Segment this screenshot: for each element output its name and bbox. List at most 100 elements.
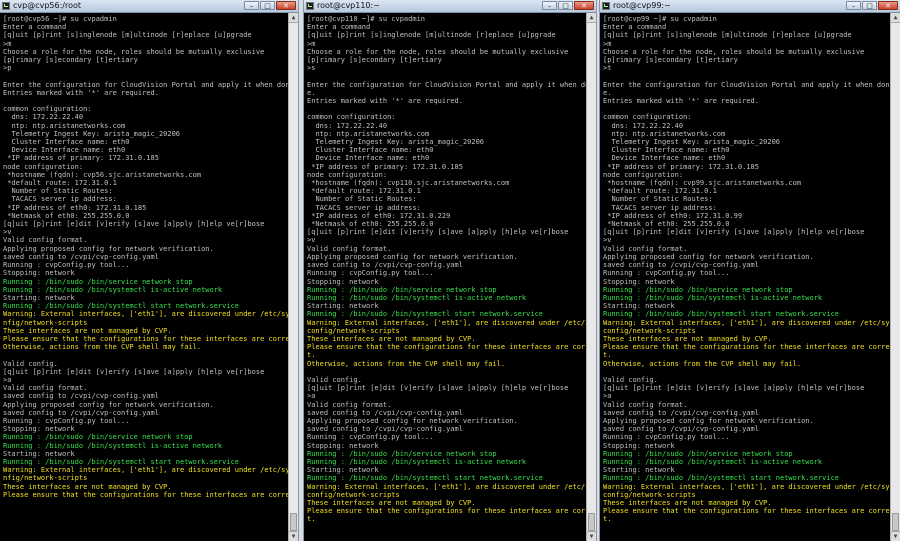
terminal-output[interactable]: [root@cvp110 ~]# su cvpadmin Enter a comm… (304, 13, 586, 541)
terminal-line: Cluster Interface name: eth0 (307, 146, 434, 155)
terminal-line: Telemetry Ingest Key: arista_magic_20206 (307, 138, 485, 147)
terminal-output[interactable]: [root@cvp56 ~]# su cvpadmin Enter a comma… (0, 13, 288, 541)
terminal-line: Running : /bin/sudo /bin/systemctl is-ac… (307, 457, 527, 466)
terminal-line: Starting: network (603, 302, 675, 311)
terminal-line: *IP address of primary: 172.31.0.185 (603, 162, 759, 171)
terminal-line: Running : /bin/sudo /bin/systemctl start… (3, 457, 240, 466)
scroll-down-arrow-icon[interactable]: ▼ (891, 531, 900, 541)
terminal-line: saved config to /cvpi/cvp-config.yaml (3, 252, 159, 261)
maximize-button[interactable]: □ (862, 1, 877, 10)
terminal-line: *IP address of primary: 172.31.0.185 (307, 162, 463, 171)
terminal-line: Please ensure that the configurations fo… (3, 490, 288, 499)
close-button[interactable]: ✕ (574, 1, 594, 10)
terminal-line: Warning: External interfaces, ['eth1'], … (603, 318, 890, 335)
terminal-window-cvp56[interactable]: cvp@cvp56:/root – □ ✕ [root@cvp56 ~]# su… (0, 0, 298, 541)
scroll-down-arrow-icon[interactable]: ▼ (289, 531, 298, 541)
terminal-line: >a (3, 375, 12, 384)
terminal-line: TACACS server ip address: (3, 195, 117, 204)
maximize-button[interactable]: □ (558, 1, 573, 10)
terminal-line: Valid config format. (603, 400, 688, 409)
close-button[interactable]: ✕ (276, 1, 296, 10)
terminal-icon (602, 2, 610, 10)
terminal-line: These interfaces are not managed by CVP. (603, 334, 772, 343)
terminal-line: common configuration: (3, 105, 92, 114)
scroll-up-arrow-icon[interactable]: ▲ (891, 13, 900, 23)
terminal-line: node configuration: (3, 162, 84, 171)
maximize-button[interactable]: □ (260, 1, 275, 10)
terminal-line: Entries marked with '*' are required. (307, 97, 463, 106)
close-button[interactable]: ✕ (878, 1, 898, 10)
terminal-line: [p]rimary [s]econdary [t]ertiary (307, 56, 442, 65)
title-bar[interactable]: root@cvp110:~ – □ ✕ (304, 0, 596, 13)
terminal-line: [q]uit [p]rint [e]dit [v]erify [s]ave [a… (603, 384, 865, 393)
terminal-window-cvp110[interactable]: root@cvp110:~ – □ ✕ [root@cvp110 ~]# su … (304, 0, 596, 541)
terminal-line: Valid config format. (603, 244, 688, 253)
terminal-line: Warning: External interfaces, ['eth1'], … (307, 318, 586, 335)
scroll-up-arrow-icon[interactable]: ▲ (587, 13, 596, 23)
terminal-line: node configuration: (307, 170, 388, 179)
minimize-button[interactable]: – (846, 1, 861, 10)
terminal-line: Entries marked with '*' are required. (603, 97, 759, 106)
minimize-button[interactable]: – (542, 1, 557, 10)
terminal-line: >s (307, 64, 316, 73)
terminal-line: Stopping: network (3, 269, 75, 278)
terminal-line: These interfaces are not managed by CVP. (307, 334, 476, 343)
scroll-thumb[interactable] (892, 513, 899, 531)
terminal-line: node configuration: (603, 170, 684, 179)
terminal-line: Number of Static Routes: (307, 195, 417, 204)
terminal-line: *Netmask of eth0: 255.255.0.0 (3, 211, 130, 220)
terminal-line: *hostname (fqdn): cvp110.sjc.aristanetwo… (307, 179, 510, 188)
scroll-down-arrow-icon[interactable]: ▼ (587, 531, 596, 541)
terminal-line: Otherwise, actions from the CVP shell ma… (3, 343, 202, 352)
terminal-line: [q]uit [p]rint [s]inglenode [m]ultinode … (603, 31, 852, 40)
terminal-line: Running : /bin/sudo /bin/service network… (3, 433, 193, 442)
terminal-line: TACACS server ip address: (307, 203, 421, 212)
terminal-line: Valid config format. (307, 400, 392, 409)
terminal-line: Please ensure that the configurations fo… (307, 507, 586, 524)
terminal-line: saved config to /cvpi/cvp-config.yaml (307, 425, 463, 434)
minimize-button[interactable]: – (244, 1, 259, 10)
terminal-line: [root@cvp110 ~]# su cvpadmin (307, 15, 426, 23)
scroll-thumb[interactable] (290, 513, 297, 531)
terminal-line: Choose a role for the node, roles should… (603, 47, 865, 56)
terminal-line: Please ensure that the configurations fo… (603, 343, 890, 360)
terminal-line: [p]rimary [s]econdary [t]ertiary (3, 56, 138, 65)
title-bar[interactable]: cvp@cvp56:/root – □ ✕ (0, 0, 298, 13)
terminal-line: saved config to /cvpi/cvp-config.yaml (307, 408, 463, 417)
terminal-line: Otherwise, actions from the CVP shell ma… (307, 359, 506, 368)
terminal-window-cvp99[interactable]: root@cvp99:~ – □ ✕ [root@cvp99 ~]# su cv… (600, 0, 900, 541)
terminal-line: [q]uit [p]rint [s]inglenode [m]ultinode … (307, 31, 556, 40)
terminal-icon (306, 2, 314, 10)
terminal-line: Enter a command (3, 23, 67, 32)
scrollbar[interactable]: ▲ ▼ (890, 13, 900, 541)
terminal-line: saved config to /cvpi/cvp-config.yaml (3, 408, 159, 417)
terminal-line: *default route: 172.31.0.1 (603, 187, 717, 196)
scrollbar[interactable]: ▲ ▼ (288, 13, 298, 541)
terminal-line: Valid config. (603, 375, 658, 384)
terminal-output[interactable]: [root@cvp99 ~]# su cvpadmin Enter a comma… (600, 13, 890, 541)
terminal-line: Entries marked with '*' are required. (3, 88, 159, 97)
terminal-line: *default route: 172.31.0.1 (307, 187, 421, 196)
scrollbar[interactable]: ▲ ▼ (586, 13, 596, 541)
terminal-line: Stopping: network (307, 441, 379, 450)
terminal-line: >m (3, 39, 12, 48)
terminal-icon (2, 2, 10, 10)
terminal-line: Starting: network (3, 449, 75, 458)
title-bar[interactable]: root@cvp99:~ – □ ✕ (600, 0, 900, 13)
terminal-line: Stopping: network (307, 277, 379, 286)
terminal-line: Warning: External interfaces, ['eth1'], … (3, 466, 288, 483)
scroll-up-arrow-icon[interactable]: ▲ (289, 13, 298, 23)
terminal-line: dns: 172.22.22.40 (603, 121, 684, 130)
terminal-line: Device Interface name: eth0 (307, 154, 430, 163)
terminal-line: Valid config format. (3, 236, 88, 245)
terminal-line: Running : cvpConfig.py tool... (3, 261, 130, 270)
terminal-line: *IP address of primary: 172.31.0.185 (3, 154, 159, 163)
terminal-line: [q]uit [p]rint [e]dit [v]erify [s]ave [a… (3, 367, 265, 376)
terminal-line: [root@cvp56 ~]# su cvpadmin (3, 15, 117, 23)
scroll-thumb[interactable] (588, 513, 595, 531)
terminal-line: Applying proposed config for network ver… (603, 252, 814, 261)
terminal-line: Enter a command (603, 23, 667, 32)
terminal-line: Warning: External interfaces, ['eth1'], … (3, 310, 288, 327)
terminal-line: *default route: 172.31.0.1 (3, 179, 117, 188)
